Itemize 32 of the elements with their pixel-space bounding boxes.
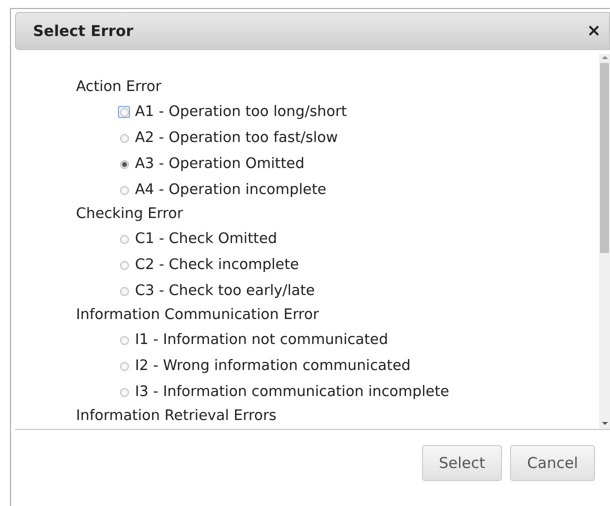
scrollbar[interactable] xyxy=(599,54,610,429)
option-label: A2 - Operation too fast/slow xyxy=(135,130,338,146)
option-label: C2 - Check incomplete xyxy=(135,257,299,273)
option-label: A4 - Operation incomplete xyxy=(135,182,326,198)
close-button[interactable]: × xyxy=(582,22,609,40)
radio-button[interactable] xyxy=(120,286,128,296)
cancel-button[interactable]: Cancel xyxy=(510,445,595,481)
option-label: I2 - Wrong information communicated xyxy=(135,358,411,374)
radio-button[interactable] xyxy=(120,362,128,370)
radio-button[interactable] xyxy=(120,160,128,168)
select-button[interactable]: Select xyxy=(422,445,502,481)
radio-button[interactable] xyxy=(120,134,128,142)
radio-button[interactable] xyxy=(120,336,128,344)
dialog-title: Select Error xyxy=(33,22,134,40)
radio-button[interactable] xyxy=(120,388,128,396)
category-label: Information Communication Error xyxy=(76,306,320,325)
category-label: Checking Error xyxy=(76,205,184,224)
scroll-up-icon[interactable] xyxy=(602,56,608,59)
radio-button[interactable] xyxy=(120,260,128,270)
option-label: C1 - Check Omitted xyxy=(135,231,278,247)
option-label: I1 - Information not communicated xyxy=(135,332,388,348)
scrollbar-thumb[interactable] xyxy=(600,63,609,253)
category-label: Action Error xyxy=(76,78,162,97)
radio-button[interactable] xyxy=(120,186,128,194)
option-label: I3 - Information communication incomplete xyxy=(135,384,450,400)
option-label: A3 - Operation Omitted xyxy=(135,156,304,172)
scroll-down-icon[interactable] xyxy=(602,422,608,425)
radio-button[interactable] xyxy=(120,108,128,116)
option-label: C3 - Check too early/late xyxy=(135,283,315,299)
category-label: Information Retrieval Errors xyxy=(76,407,278,426)
option-label: A1 - Operation too long/short xyxy=(135,104,347,120)
radio-button[interactable] xyxy=(120,234,128,244)
